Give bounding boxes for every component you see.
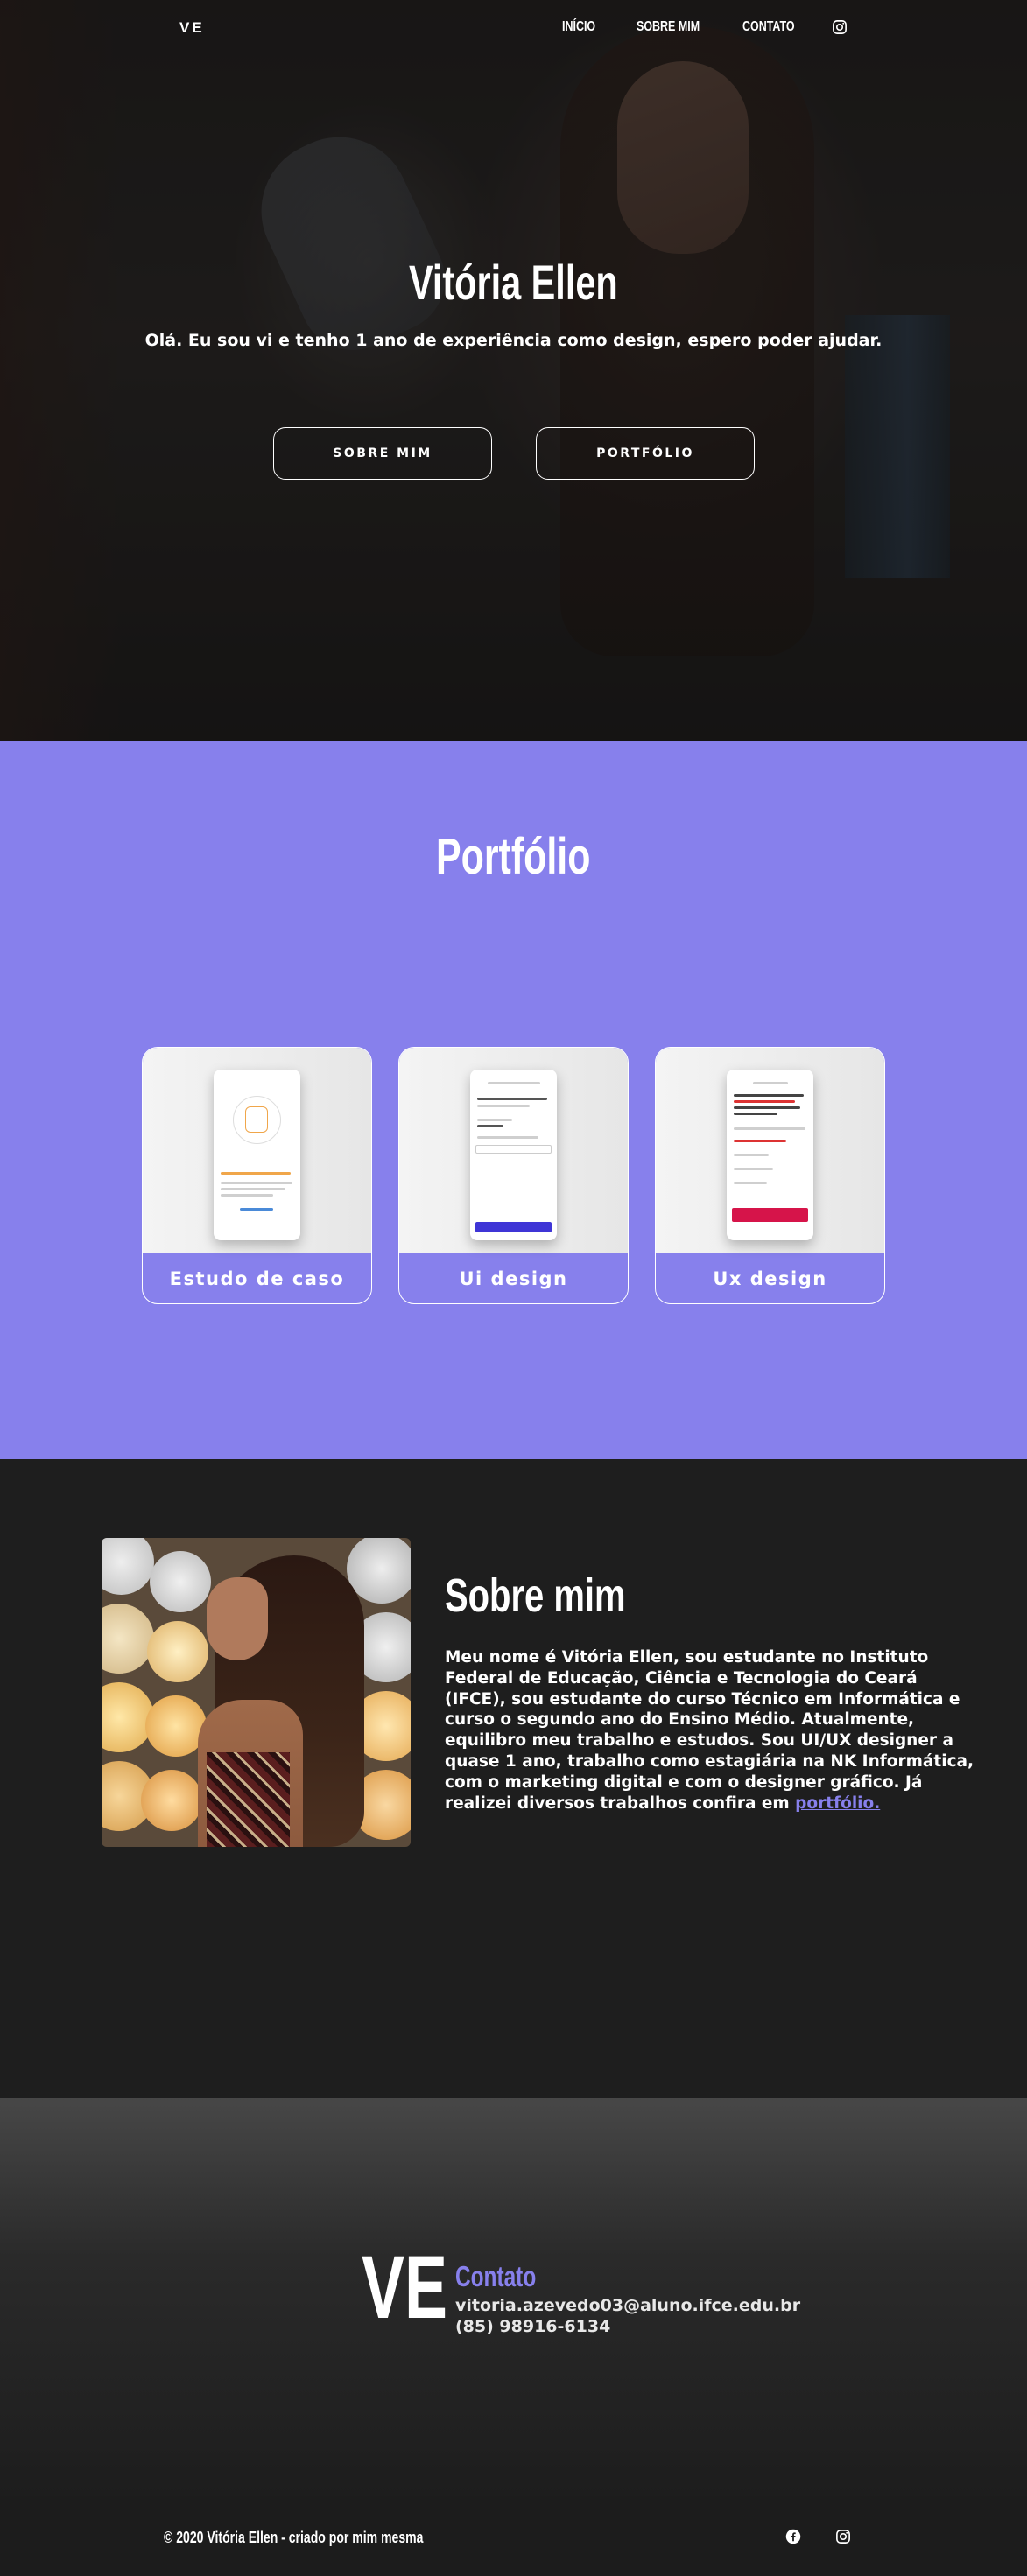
hero-title: Vitória Ellen [409, 255, 618, 310]
hero-section: VE INÍCIO SOBRE MIM CONTATO Vitória Elle… [0, 0, 1027, 741]
instagram-icon[interactable] [835, 2529, 851, 2544]
portfolio-link[interactable]: portfólio. [795, 1794, 880, 1813]
card-thumbnail [143, 1048, 371, 1253]
contact-section: VE Contato vitoria.azevedo03@aluno.ifce.… [0, 2098, 1027, 2496]
contact-title: Contato [455, 2260, 537, 2292]
nav-link-inicio[interactable]: INÍCIO [562, 19, 595, 35]
about-section: Sobre mim Meu nome é Vitória Ellen, sou … [0, 1459, 1027, 2098]
about-text: Meu nome é Vitória Ellen, sou estudante … [445, 1648, 974, 1813]
portfolio-card-estudo-de-caso[interactable]: Estudo de caso [142, 1047, 372, 1304]
card-label: Ui design [459, 1267, 568, 1289]
hero-subtitle: Olá. Eu sou vi e tenho 1 ano de experiên… [144, 331, 883, 350]
footer-copyright: © 2020 Vitória Ellen - criado por mim me… [164, 2529, 424, 2546]
card-label: Estudo de caso [169, 1267, 345, 1289]
contact-email[interactable]: vitoria.azevedo03@aluno.ifce.edu.br [455, 2296, 800, 2315]
instagram-icon[interactable] [832, 19, 848, 35]
phone-mockup [727, 1070, 813, 1240]
footer: © 2020 Vitória Ellen - criado por mim me… [0, 2496, 1027, 2576]
facebook-icon[interactable] [785, 2529, 801, 2544]
sobre-mim-button[interactable]: SOBRE MIM [273, 427, 492, 480]
phone-mockup [470, 1070, 557, 1240]
card-thumbnail [399, 1048, 628, 1253]
contact-phone[interactable]: (85) 98916-6134 [455, 2317, 610, 2336]
profile-photo [102, 1538, 411, 1847]
nav-link-contato[interactable]: CONTATO [742, 19, 795, 35]
nav-link-sobre-mim[interactable]: SOBRE MIM [637, 19, 700, 35]
contact-logo: VE [362, 2237, 447, 2337]
brand-logo[interactable]: VE [179, 19, 205, 37]
phone-mockup [214, 1070, 300, 1240]
top-nav: VE INÍCIO SOBRE MIM CONTATO [0, 0, 1027, 56]
portfolio-section: Portfólio Estudo de caso Ui design Ux de… [0, 741, 1027, 1459]
card-label: Ux design [713, 1267, 827, 1289]
portfolio-button[interactable]: PORTFÓLIO [536, 427, 755, 480]
card-thumbnail [656, 1048, 884, 1253]
portfolio-card-ui-design[interactable]: Ui design [398, 1047, 629, 1304]
portfolio-card-ux-design[interactable]: Ux design [655, 1047, 885, 1304]
portfolio-title: Portfólio [436, 828, 591, 885]
about-title: Sobre mim [445, 1569, 626, 1622]
